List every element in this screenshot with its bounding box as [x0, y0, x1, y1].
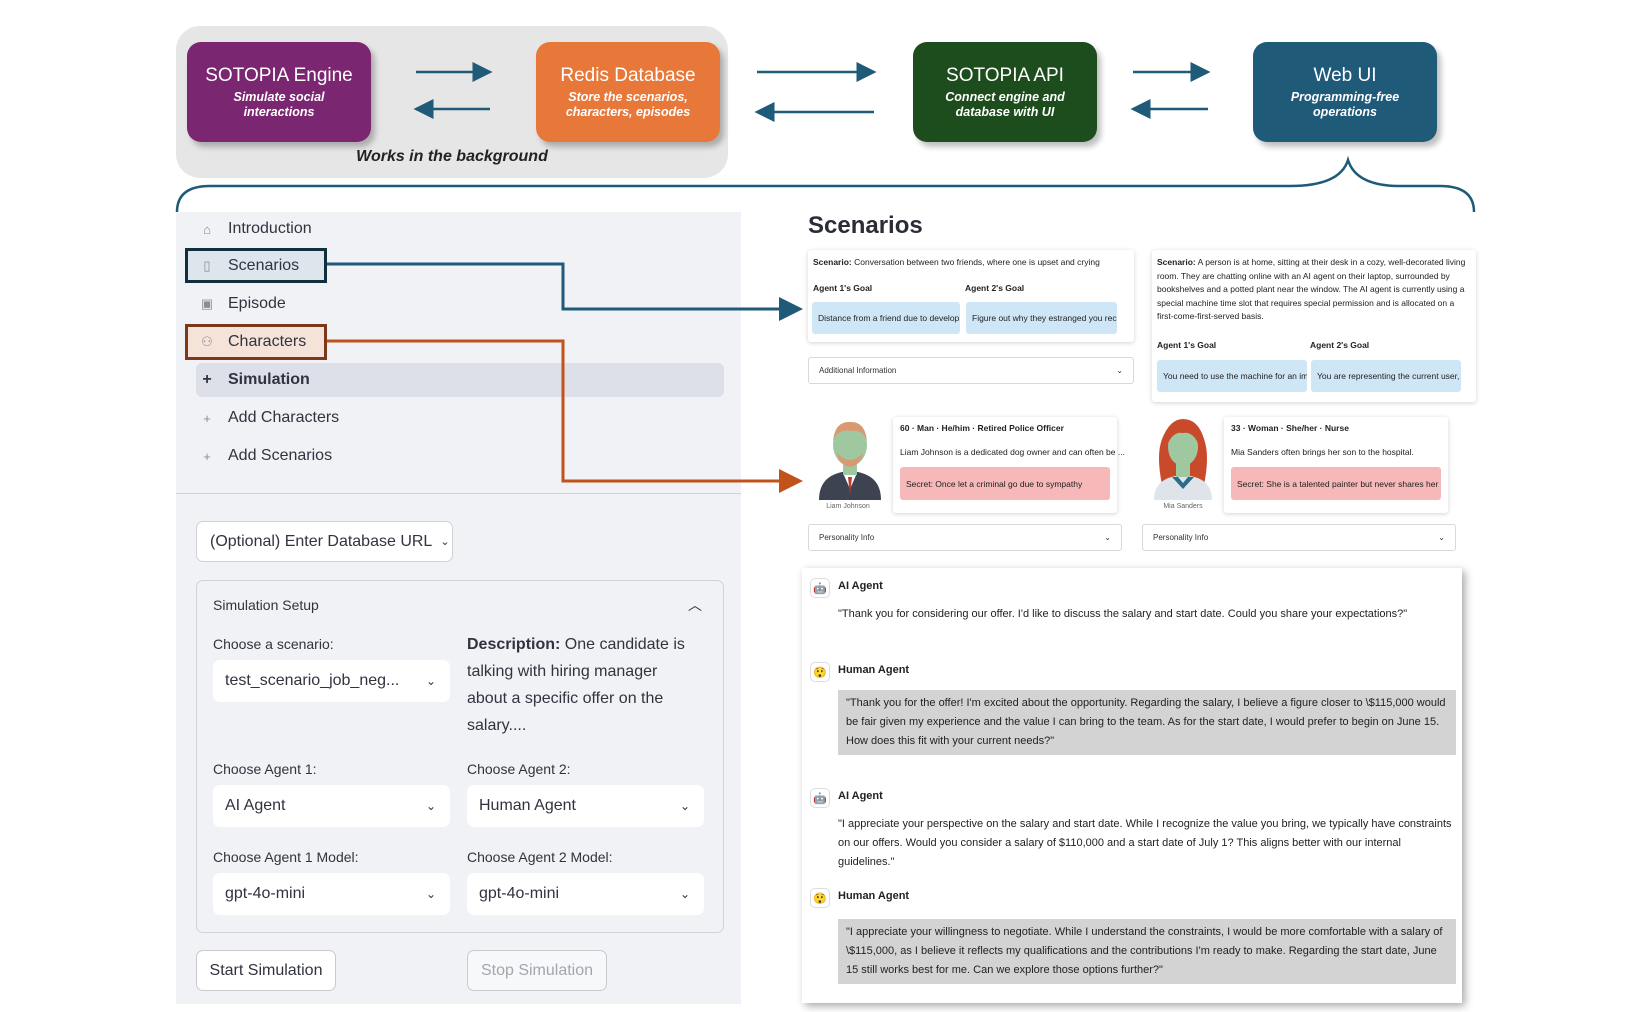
sidebar-item-add-characters[interactable]: + Add Characters [196, 401, 724, 435]
chevron-down-icon: ⌄ [679, 887, 690, 901]
model2-value: gpt-4o-mini [479, 885, 560, 902]
model1-label: Choose Agent 1 Model: [213, 849, 359, 865]
database-url-label: (Optional) Enter Database URL [210, 532, 433, 550]
web-ui-bracket [175, 155, 1476, 213]
agent1-label: Choose Agent 1: [213, 761, 317, 777]
chat-message-4: "I appreciate your willingness to negoti… [838, 919, 1456, 984]
sidebar-divider [176, 493, 741, 494]
chat-message-2: "Thank you for the offer! I'm excited ab… [838, 690, 1456, 755]
scenario-1-description: Conversation between two friends, where … [854, 257, 1100, 267]
chat-speaker-4: Human Agent [838, 890, 910, 902]
chevron-down-icon: ⌄ [425, 887, 436, 901]
chat-message-3: "I appreciate your perspective on the sa… [838, 818, 1452, 868]
additional-info-dropdown[interactable]: Additional Information ⌄ [808, 357, 1134, 384]
plus-icon: + [203, 448, 211, 464]
people-icon: ⚇ [201, 334, 213, 349]
start-simulation-button[interactable]: Start Simulation [196, 950, 336, 991]
sidebar-item-characters[interactable]: ⚇ Characters [196, 325, 724, 359]
scenario-2-goal1: You need to use the machine for an im [1157, 360, 1307, 392]
sidebar-item-introduction[interactable]: ⌂ Introduction [196, 212, 724, 246]
chat-message-1: "Thank you for considering our offer. I'… [838, 608, 1408, 620]
architecture-arrows [175, 62, 1476, 213]
chat-speaker-3: AI Agent [838, 790, 883, 802]
chevron-down-icon: ⌄ [425, 799, 436, 813]
robot-icon: 🤖 [810, 788, 830, 808]
sidebar-item-simulation[interactable]: + Simulation [196, 363, 724, 397]
scenario-1-goal2: Figure out why they estranged you rec [966, 302, 1117, 334]
scenario-2-label: Scenario: [1157, 257, 1196, 267]
sidebar-item-label: Scenarios [228, 257, 300, 274]
chevron-down-icon: ⌄ [425, 674, 436, 688]
liam-johnson-avatar [819, 421, 881, 500]
simulation-setup-title[interactable]: Simulation Setup [213, 597, 319, 613]
chevron-down-icon: ⌄ [679, 799, 690, 813]
sidebar-item-add-scenarios[interactable]: + Add Scenarios [196, 439, 724, 473]
model1-value: gpt-4o-mini [225, 885, 306, 902]
mia-sanders-avatar [1154, 419, 1212, 500]
chevron-down-icon: ⌄ [440, 536, 450, 548]
scenario-2-text: Scenario: A person is at home, sitting a… [1157, 256, 1473, 324]
agent2-value: Human Agent [479, 797, 576, 814]
character-1-meta: 60 · Man · He/him · Retired Police Offic… [900, 423, 1064, 433]
scenario-2-description: A person is at home, sitting at their de… [1157, 257, 1466, 321]
personality-label: Personality Info [819, 533, 875, 542]
additional-info-label: Additional Information [819, 366, 897, 375]
model2-select[interactable]: gpt-4o-mini ⌄ [467, 873, 704, 915]
personality-info-dropdown-2[interactable]: Personality Info ⌄ [1142, 524, 1456, 551]
scenario-1-text: Scenario: Conversation between two frien… [813, 256, 1131, 270]
sidebar-item-label: Add Scenarios [228, 447, 333, 464]
character-1-secret: Secret: Once let a criminal go due to sy… [900, 467, 1110, 500]
model2-label: Choose Agent 2 Model: [467, 849, 613, 865]
scenario-1-label: Scenario: [813, 257, 852, 267]
scenario-2-goal2-label: Agent 2's Goal [1310, 340, 1370, 350]
personality-label: Personality Info [1153, 533, 1209, 542]
sidebar-item-label: Simulation [228, 371, 310, 388]
face-icon: 😲 [810, 662, 830, 682]
chevron-down-icon: ⌄ [1438, 533, 1445, 542]
chevron-down-icon: ⌄ [1116, 366, 1123, 375]
scenario-description: Description: One candidate is talking wi… [467, 631, 697, 739]
sidebar-item-label: Introduction [228, 220, 312, 237]
stop-simulation-button[interactable]: Stop Simulation [467, 950, 607, 991]
character-2-bio: Mia Sanders often brings her son to the … [1231, 447, 1414, 457]
plus-icon: + [202, 371, 212, 388]
scenario-2-goal2: You are representing the current user, [1311, 360, 1461, 392]
scenario-1-goal1-label: Agent 1's Goal [813, 283, 873, 293]
personality-info-dropdown-1[interactable]: Personality Info ⌄ [808, 524, 1122, 551]
sidebar-item-episode[interactable]: ▣ Episode [196, 287, 724, 321]
robot-icon: 🤖 [810, 578, 830, 598]
character-2-name: Mia Sanders [1163, 503, 1203, 510]
database-url-dropdown[interactable]: (Optional) Enter Database URL ⌄ [196, 521, 453, 562]
character-1-bio: Liam Johnson is a dedicated dog owner an… [900, 447, 1125, 457]
sidebar-item-label: Characters [228, 333, 307, 350]
document-icon: ▯ [203, 258, 211, 273]
gallery-icon: ▣ [200, 296, 214, 311]
sidebar-item-scenarios[interactable]: ▯ Scenarios [196, 249, 724, 283]
scenario-1-goal2-label: Agent 2's Goal [965, 283, 1025, 293]
character-1-name: Liam Johnson [826, 503, 870, 510]
chat-speaker-2: Human Agent [838, 664, 910, 676]
chevron-up-icon[interactable]: ︿ [688, 595, 702, 615]
character-2-secret: Secret: She is a talented painter but ne… [1231, 467, 1441, 500]
sidebar-item-label: Episode [228, 295, 286, 312]
agent2-label: Choose Agent 2: [467, 761, 571, 777]
chevron-down-icon: ⌄ [1104, 533, 1111, 542]
agent2-select[interactable]: Human Agent ⌄ [467, 785, 704, 827]
face-icon: 😲 [810, 888, 830, 908]
agent1-select[interactable]: AI Agent ⌄ [213, 785, 450, 827]
scenario-1-goal1: Distance from a friend due to develop [812, 302, 960, 334]
model1-select[interactable]: gpt-4o-mini ⌄ [213, 873, 450, 915]
description-label: Description: [467, 636, 561, 653]
home-icon: ⌂ [203, 221, 211, 237]
plus-icon: + [203, 410, 211, 426]
scenario-label: Choose a scenario: [213, 636, 334, 652]
scenarios-heading: Scenarios [808, 212, 923, 239]
scenario-2-goal1-label: Agent 1's Goal [1157, 340, 1217, 350]
sidebar-item-label: Add Characters [228, 409, 340, 426]
chat-speaker-1: AI Agent [838, 580, 883, 592]
agent1-value: AI Agent [225, 797, 286, 814]
scenario-value: test_scenario_job_neg... [225, 672, 400, 689]
character-2-meta: 33 · Woman · She/her · Nurse [1231, 423, 1349, 433]
scenario-select[interactable]: test_scenario_job_neg... ⌄ [213, 660, 450, 702]
